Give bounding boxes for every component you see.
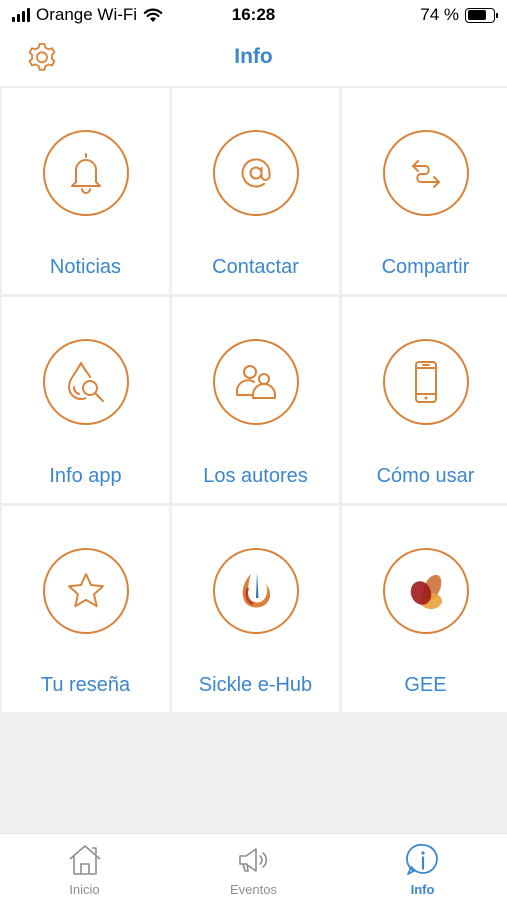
tile-label: Info app: [49, 465, 122, 487]
tile-icon-circle: [213, 548, 299, 634]
status-right: 74 %: [420, 5, 498, 25]
tile-icon-circle: [43, 339, 129, 425]
info-icon: [405, 843, 438, 875]
tab-bar: Inicio Eventos Info: [0, 833, 507, 900]
gee-logo: [410, 574, 442, 609]
tile-icon-circle: [43, 548, 129, 634]
tile-icon-circle: [43, 130, 129, 216]
battery-level: [467, 10, 486, 20]
tile-contactar[interactable]: Contactar: [172, 88, 339, 294]
tile-label: Tu reseña: [40, 674, 131, 696]
tile-label: Cómo usar: [376, 465, 475, 487]
tile-label: Compartir: [381, 256, 470, 278]
tile-label: Sickle e-Hub: [198, 674, 313, 696]
page-title: Info: [234, 45, 273, 68]
info-grid: Noticias Contactar Compartir Info app Lo…: [0, 86, 507, 712]
megaphone-icon: [238, 848, 267, 872]
tile-label: Noticias: [49, 256, 122, 278]
tile-como-usar[interactable]: Cómo usar: [342, 297, 507, 503]
tile-icon-circle: [383, 130, 469, 216]
tile-sickle-ehub[interactable]: Sickle e-Hub: [172, 506, 339, 712]
phone-icon: [415, 361, 437, 403]
tile-los-autores[interactable]: Los autores: [172, 297, 339, 503]
tab-eventos[interactable]: Eventos: [169, 834, 338, 900]
tab-inicio[interactable]: Inicio: [0, 834, 169, 900]
tile-noticias[interactable]: Noticias: [2, 88, 169, 294]
tile-icon-circle: [213, 130, 299, 216]
at-sign-icon: [241, 158, 271, 188]
tile-label: Contactar: [212, 256, 299, 278]
tab-label: Eventos: [230, 882, 277, 897]
tile-tu-resena[interactable]: Tu reseña: [2, 506, 169, 712]
nav-bar: Info: [0, 32, 507, 86]
tab-info[interactable]: Info: [338, 834, 507, 900]
share-arrows-icon: [412, 160, 440, 188]
star-icon: [68, 573, 104, 608]
bell-icon: [71, 153, 101, 194]
tile-gee[interactable]: GEE: [342, 506, 507, 712]
tab-label: Inicio: [69, 882, 100, 897]
tile-label: Los autores: [203, 465, 308, 487]
tile-icon-circle: [383, 339, 469, 425]
tile-compartir[interactable]: Compartir: [342, 88, 507, 294]
battery-icon: [465, 7, 498, 23]
tile-info-app[interactable]: Info app: [2, 297, 169, 503]
tile-icon-circle: [213, 339, 299, 425]
home-icon: [68, 845, 101, 875]
tile-label: GEE: [404, 674, 447, 696]
status-bar: Orange Wi-Fi 16:28 74 %: [0, 0, 507, 32]
battery-percent: 74 %: [420, 5, 459, 24]
tile-icon-circle: [383, 548, 469, 634]
tab-label: Info: [410, 882, 435, 897]
people-icon: [236, 365, 276, 399]
sickle-ehub-logo: [242, 572, 271, 608]
drop-search-icon: [68, 362, 104, 402]
